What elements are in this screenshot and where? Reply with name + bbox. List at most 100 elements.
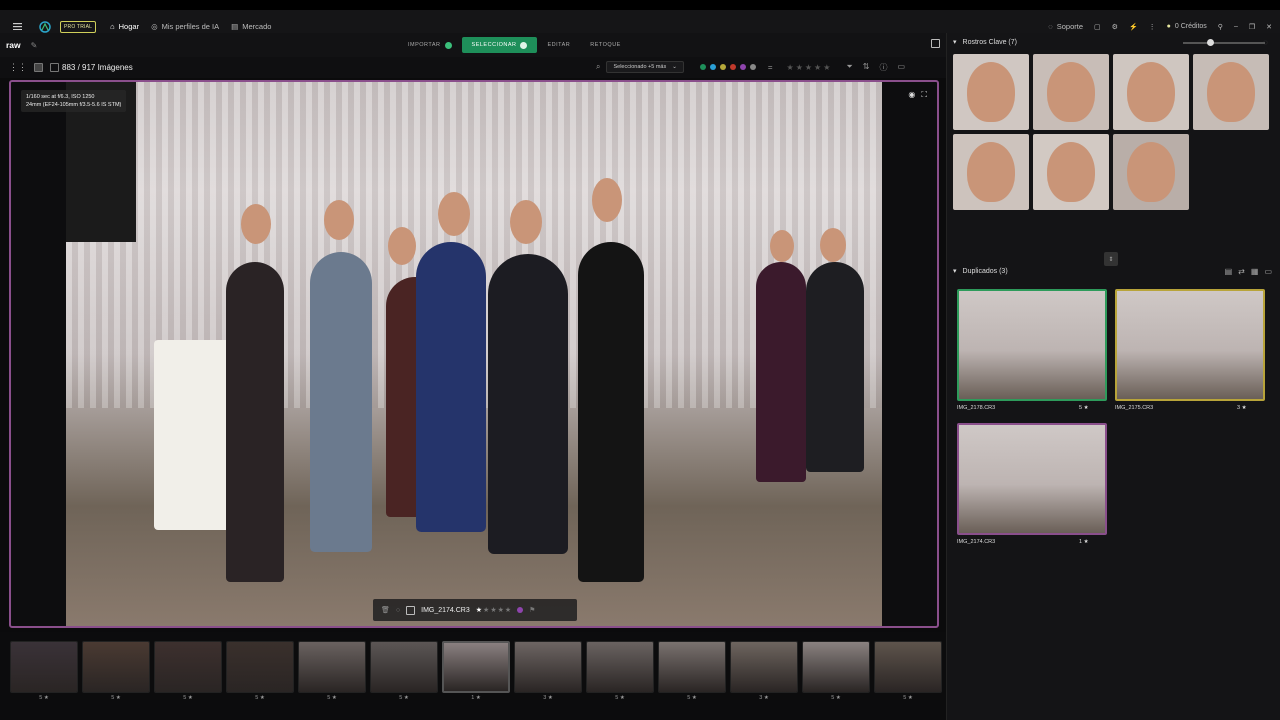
reject-icon[interactable]: ○ bbox=[396, 607, 400, 614]
color-labels bbox=[699, 64, 756, 70]
rating-filter[interactable]: ★ ★ ★ ★ ★ bbox=[787, 63, 831, 72]
duplicate-thumb[interactable] bbox=[957, 423, 1107, 535]
key-face-2[interactable] bbox=[1033, 54, 1109, 130]
close-icon[interactable]: ✕ bbox=[1266, 23, 1272, 31]
selection-dropdown[interactable]: Seleccionado +5 más ⌄ bbox=[606, 61, 684, 73]
search-icon[interactable]: ⌕ bbox=[596, 62, 600, 72]
single-view-icon[interactable] bbox=[34, 63, 43, 72]
mode-import[interactable]: IMPORTAR bbox=[398, 37, 462, 53]
star-icon[interactable]: ★ bbox=[476, 606, 482, 614]
filmstrip-thumb[interactable] bbox=[154, 641, 222, 693]
star-icon: ★ bbox=[795, 62, 803, 72]
filmstrip-thumb[interactable] bbox=[442, 641, 510, 693]
swap-icon[interactable]: ⇄ bbox=[1238, 267, 1245, 276]
thumb-image bbox=[587, 642, 653, 692]
panel-toggle-icon[interactable] bbox=[931, 39, 940, 48]
star-icon: ★ bbox=[804, 62, 813, 72]
star-icon[interactable]: ★ bbox=[490, 606, 496, 614]
filmstrip-thumb[interactable] bbox=[802, 641, 870, 693]
photo-rating[interactable]: ★ ★ ★ ★ ★ bbox=[476, 606, 511, 614]
key-face-3[interactable] bbox=[1113, 54, 1189, 130]
selection-dropdown-label: Seleccionado +5 más bbox=[613, 64, 667, 70]
duplicate-thumb[interactable] bbox=[957, 289, 1107, 401]
info-icon[interactable]: ⓘ bbox=[879, 62, 887, 73]
color-tag-icon[interactable] bbox=[517, 607, 524, 613]
star-icon[interactable]: ★ bbox=[483, 606, 489, 614]
filmstrip-thumb[interactable] bbox=[10, 641, 78, 693]
raw-format-icon bbox=[406, 605, 416, 615]
nav-ai-profiles[interactable]: ◎ Mis perfiles de IA bbox=[151, 22, 219, 31]
credits[interactable]: ● 0 Créditos bbox=[1167, 23, 1207, 30]
mode-select[interactable]: SELECCIONAR bbox=[461, 37, 538, 53]
face-size-slider[interactable] bbox=[1183, 39, 1265, 46]
equal-icon[interactable]: = bbox=[768, 63, 773, 72]
nav-market[interactable]: ▤ Mercado bbox=[231, 22, 271, 31]
filmstrip-thumb[interactable] bbox=[874, 641, 942, 693]
color-label-purple[interactable] bbox=[739, 64, 746, 70]
nav-home[interactable]: ⌂ Hogar bbox=[110, 22, 139, 31]
more-icon[interactable]: ⋮ bbox=[1149, 23, 1156, 31]
person-7 bbox=[756, 262, 806, 482]
slider-knob[interactable] bbox=[1207, 39, 1214, 46]
settings-icon[interactable]: ⚙ bbox=[1112, 23, 1118, 31]
main-photo[interactable] bbox=[66, 82, 882, 626]
mode-retouch[interactable]: RETOQUE bbox=[580, 37, 631, 53]
grid-view-icon[interactable]: ⋮⋮ bbox=[9, 63, 27, 72]
list-icon[interactable]: ▭ bbox=[1264, 267, 1272, 276]
eye-icon[interactable]: ◉ bbox=[908, 90, 915, 100]
filmstrip-thumb[interactable] bbox=[658, 641, 726, 693]
person-2-head bbox=[324, 200, 354, 240]
key-face-1[interactable] bbox=[953, 54, 1029, 130]
grid-icon[interactable]: ▦ bbox=[1251, 267, 1259, 276]
color-label-green[interactable] bbox=[699, 64, 706, 70]
fullscreen-icon[interactable]: ⛶ bbox=[921, 90, 927, 100]
support-link[interactable]: ◌ Soporte bbox=[1048, 22, 1083, 31]
mode-edit[interactable]: EDITAR bbox=[537, 37, 580, 53]
person-6 bbox=[578, 242, 644, 582]
filmstrip-thumb[interactable] bbox=[514, 641, 582, 693]
mode-select-label: SELECCIONAR bbox=[471, 42, 517, 48]
thumb-image bbox=[155, 642, 221, 692]
split-handle-icon[interactable]: ⇕ bbox=[1104, 252, 1118, 266]
filmstrip-thumb[interactable] bbox=[730, 641, 798, 693]
sort-icon[interactable]: ⇅ bbox=[863, 62, 870, 73]
maximize-icon[interactable]: ❐ bbox=[1249, 23, 1255, 31]
faces-header[interactable]: ▾ Rostros Clave (7) bbox=[953, 38, 1017, 47]
star-icon[interactable]: ★ bbox=[498, 606, 504, 614]
filmstrip-thumb[interactable] bbox=[298, 641, 366, 693]
trash-icon[interactable]: 🗑 bbox=[381, 606, 390, 614]
account-icon[interactable]: ⚲ bbox=[1218, 23, 1223, 31]
edit-project-icon[interactable]: ✎ bbox=[31, 41, 38, 50]
compare-view-icon[interactable] bbox=[50, 63, 59, 72]
thumbnail-size-icon[interactable]: ▭ bbox=[897, 62, 905, 73]
key-face-4[interactable] bbox=[1193, 54, 1269, 130]
menu-icon[interactable] bbox=[10, 23, 24, 30]
filmstrip-thumb[interactable] bbox=[226, 641, 294, 693]
filmstrip-thumb[interactable] bbox=[586, 641, 654, 693]
duplicate-thumb[interactable] bbox=[1115, 289, 1265, 401]
key-face-5[interactable] bbox=[953, 134, 1029, 210]
star-icon[interactable]: ★ bbox=[505, 606, 511, 614]
thumb-rating: 5 ★ bbox=[399, 695, 409, 701]
thumb-image bbox=[227, 642, 293, 692]
nav-ai-profiles-label: Mis perfiles de IA bbox=[161, 22, 220, 31]
color-label-gray[interactable] bbox=[749, 64, 756, 70]
filmstrip-thumb[interactable] bbox=[82, 641, 150, 693]
color-label-blue[interactable] bbox=[709, 64, 716, 70]
chat-icon[interactable]: ▢ bbox=[1094, 23, 1101, 31]
trial-badge: PRO TRIAL bbox=[60, 20, 97, 33]
face-settings-icon[interactable]: ◌ bbox=[1263, 38, 1268, 47]
color-label-red[interactable] bbox=[729, 64, 736, 70]
flag-icon[interactable]: ⚑ bbox=[529, 606, 535, 614]
lightning-icon[interactable]: ⚡ bbox=[1129, 23, 1138, 31]
color-label-yellow[interactable] bbox=[719, 64, 726, 70]
duplicate-rating: 1 ★ bbox=[1079, 539, 1089, 545]
duplicates-header[interactable]: ▾ Duplicados (3) bbox=[953, 267, 1008, 276]
filter-icon[interactable]: ⏷ bbox=[846, 62, 852, 73]
minimize-icon[interactable]: – bbox=[1234, 23, 1238, 30]
key-face-7[interactable] bbox=[1113, 134, 1189, 210]
project-name: raw bbox=[6, 40, 21, 50]
filmstrip-thumb[interactable] bbox=[370, 641, 438, 693]
key-face-6[interactable] bbox=[1033, 134, 1109, 210]
stack-icon[interactable]: ▤ bbox=[1225, 267, 1233, 276]
